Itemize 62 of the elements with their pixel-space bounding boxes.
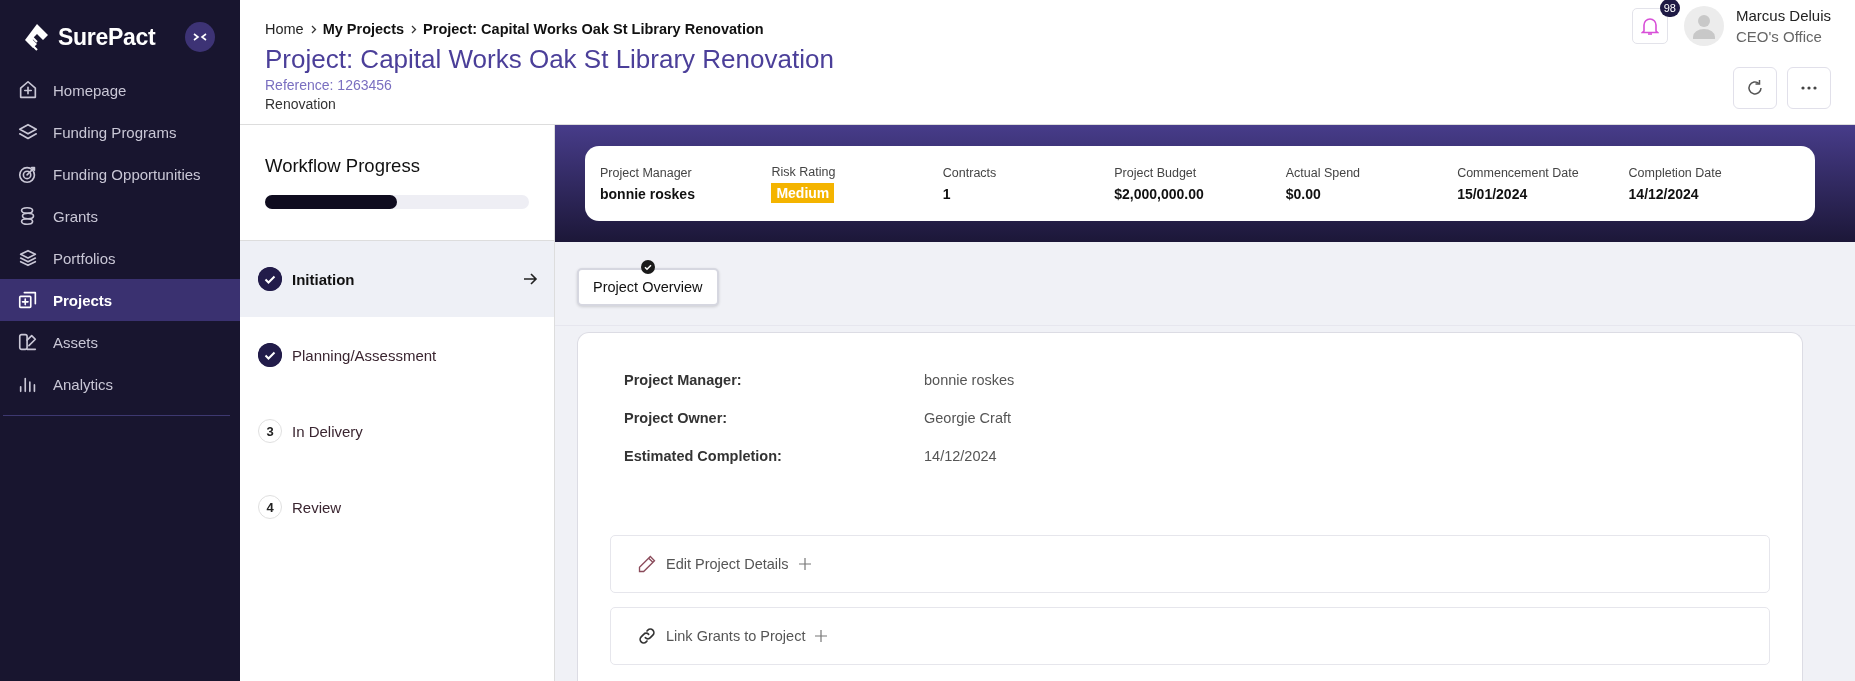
more-icon	[1801, 86, 1817, 90]
summary-value: 14/12/2024	[1628, 185, 1700, 202]
page-title: Project: Capital Works Oak St Library Renovation	[265, 44, 834, 75]
collapse-button[interactable]	[185, 22, 215, 52]
detail-label: Project Owner:	[624, 410, 729, 426]
accordion-section[interactable]: Edit Project Details	[610, 535, 1770, 593]
summary-label: Contracts	[942, 165, 998, 180]
sidebar-item[interactable]: Projects	[0, 279, 240, 321]
breadcrumb-link[interactable]: Project: Capital Works Oak St Library Renovation	[423, 21, 764, 37]
breadcrumb-link[interactable]: My Projects	[322, 21, 405, 37]
detail-label: Project Manager:	[624, 372, 743, 388]
summary-label: Commencement Date	[1457, 165, 1580, 180]
risk-badge: Medium	[771, 182, 835, 203]
summary-value: $2,000,000.00	[1114, 185, 1205, 202]
summary-label: Project Manager	[600, 165, 693, 180]
summary-value: $0.00	[1285, 185, 1322, 202]
sidebar-item[interactable]: Grants	[0, 195, 240, 237]
summary-value: bonnie roskes	[600, 185, 696, 202]
plus-icon	[797, 557, 812, 571]
detail-value: 14/12/2024	[924, 448, 998, 464]
user-office: CEO's Office	[1735, 28, 1823, 45]
assets-icon	[17, 331, 39, 353]
workflow-title: Workflow Progress	[265, 155, 421, 177]
sidebar-item[interactable]: Portfolios	[0, 237, 240, 279]
detail-value: Georgie Craft	[924, 410, 1013, 426]
summary-label: Risk Rating	[771, 164, 837, 179]
sidebar-item[interactable]: Analytics	[0, 363, 240, 405]
sidebar-item[interactable]: Assets	[0, 321, 240, 363]
chevron-icon	[409, 24, 419, 34]
link-icon	[637, 626, 657, 646]
sidebar-item[interactable]: Homepage	[0, 69, 240, 111]
summary-value: 15/01/2024	[1457, 185, 1529, 202]
pencil-icon	[637, 554, 657, 574]
sidebar-item[interactable]: Funding Opportunities	[0, 153, 240, 195]
tab[interactable]: Project Overview	[577, 268, 719, 306]
detail-label: Estimated Completion:	[624, 448, 783, 464]
collapse-icon	[193, 32, 207, 42]
workflow-step[interactable]: Planning/Assessment	[240, 317, 554, 393]
logo-text: SurePact	[58, 23, 156, 51]
avatar-icon	[1683, 6, 1724, 46]
workflow-step[interactable]: 3 In Delivery	[240, 393, 554, 469]
summary-label: Completion Date	[1628, 165, 1723, 180]
summary-label: Actual Spend	[1285, 165, 1362, 180]
summary-value: 1	[942, 185, 952, 202]
reference-text: Reference: 1263456	[265, 77, 393, 93]
detail-value: bonnie roskes	[924, 372, 1016, 388]
workflow-step[interactable]: 4 Review	[240, 469, 554, 545]
accordion-section[interactable]: Link Grants to Project	[610, 607, 1770, 665]
projects-icon	[17, 289, 39, 311]
breadcrumb-link[interactable]: Home	[265, 21, 304, 37]
workflow-step[interactable]: Initiation	[240, 241, 554, 317]
sidebar-item[interactable]: Funding Programs	[0, 111, 240, 153]
stack-icon	[17, 247, 39, 269]
refresh-button[interactable]	[1733, 67, 1777, 109]
summary-label: Project Budget	[1114, 165, 1198, 180]
plus-icon	[814, 629, 829, 643]
bell-icon	[1640, 16, 1659, 36]
category-text: Renovation	[265, 96, 337, 112]
home-icon	[17, 79, 39, 101]
user-name: Marcus Deluis	[1735, 7, 1831, 24]
refresh-icon	[1745, 78, 1765, 98]
notification-count: 98	[1659, 0, 1680, 17]
